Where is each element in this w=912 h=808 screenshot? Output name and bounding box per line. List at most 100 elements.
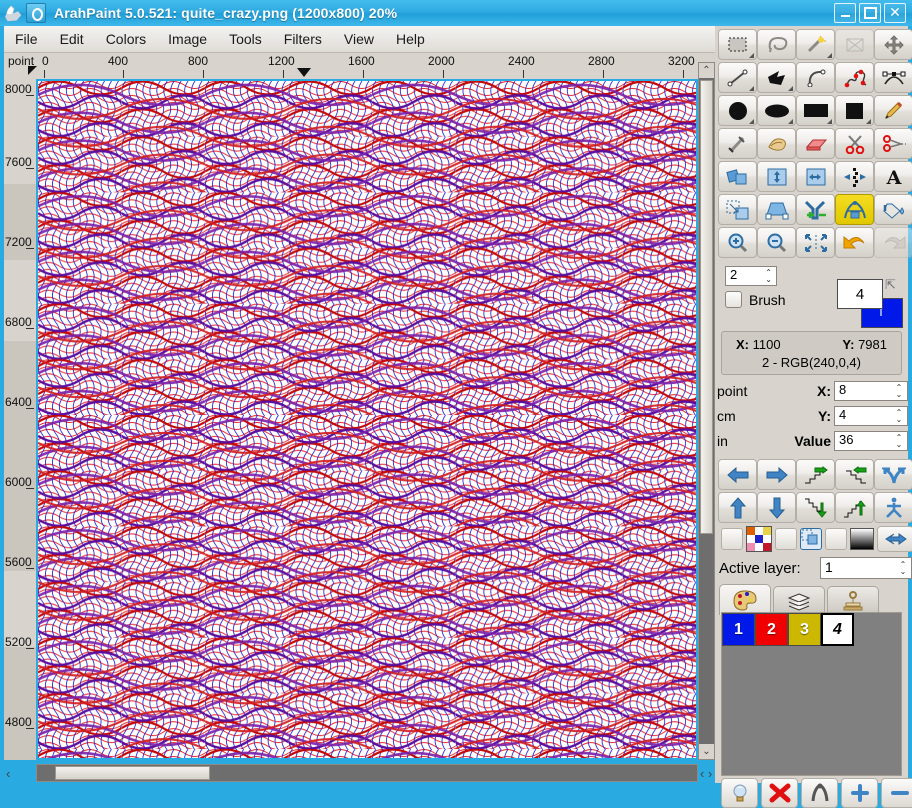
empty-square-1-button[interactable] bbox=[721, 528, 743, 550]
copy-layer-tool[interactable] bbox=[718, 161, 757, 192]
horizontal-scrollbar[interactable] bbox=[36, 764, 698, 782]
smudge-tool[interactable] bbox=[757, 128, 796, 159]
palette-color-4[interactable]: 4 bbox=[821, 613, 854, 646]
tab-stamp[interactable] bbox=[827, 586, 879, 615]
x-value[interactable]: 8 bbox=[835, 382, 873, 400]
merge-colors-button[interactable] bbox=[801, 778, 838, 808]
active-layer-value[interactable]: 1 bbox=[821, 559, 859, 577]
flip-vertical-tool[interactable] bbox=[757, 161, 796, 192]
menu-filters[interactable]: Filters bbox=[273, 28, 333, 50]
horizontal-scrollbar-thumb[interactable] bbox=[55, 766, 210, 780]
lasso-select-tool[interactable] bbox=[757, 29, 796, 60]
mirror-repeat-tool[interactable] bbox=[835, 161, 874, 192]
menu-file[interactable]: File bbox=[4, 28, 49, 50]
move-down-button[interactable] bbox=[757, 492, 796, 523]
brush-size-arrows[interactable]: ⌃ ⌄ bbox=[761, 267, 776, 285]
curve-tool[interactable] bbox=[796, 62, 835, 93]
scissors-tool[interactable] bbox=[835, 128, 874, 159]
value-stepper[interactable]: 36 ⌃ ⌄ bbox=[834, 430, 908, 451]
active-layer-stepper[interactable]: 1 ⌃ ⌄ bbox=[820, 557, 912, 579]
text-tool[interactable]: A bbox=[874, 161, 912, 192]
delete-color-button[interactable] bbox=[761, 778, 798, 808]
remove-color-button[interactable] bbox=[881, 778, 912, 808]
move-tool[interactable] bbox=[874, 29, 912, 60]
mirror-vertical-button[interactable] bbox=[874, 492, 912, 523]
pencil-tool[interactable] bbox=[874, 95, 912, 126]
airbrush-tool[interactable] bbox=[718, 128, 757, 159]
scroll-up-button[interactable]: ⌃ bbox=[699, 63, 714, 78]
zoom-out-tool[interactable] bbox=[757, 227, 796, 258]
vertical-ruler[interactable]: 8000 7600 7200 6800 6400 6000 5600 5200 … bbox=[4, 79, 36, 760]
flip-horizontal-tool[interactable] bbox=[796, 161, 835, 192]
filled-rectangle-tool[interactable] bbox=[835, 95, 874, 126]
brush-size-value[interactable]: 2 bbox=[726, 267, 761, 285]
shift-steps-right-button[interactable] bbox=[796, 459, 835, 490]
mirror-horizontal-button[interactable] bbox=[874, 459, 912, 490]
scale-tool[interactable] bbox=[718, 194, 757, 225]
move-up-button[interactable] bbox=[718, 492, 757, 523]
y-value[interactable]: 4 bbox=[835, 407, 873, 425]
empty-square-2-button[interactable] bbox=[775, 528, 797, 550]
perspective-tool[interactable] bbox=[757, 194, 796, 225]
y-stepper[interactable]: 4 ⌃ ⌄ bbox=[834, 405, 908, 426]
shift-steps-down-button[interactable] bbox=[796, 492, 835, 523]
menu-tools[interactable]: Tools bbox=[218, 28, 273, 50]
shift-steps-up-button[interactable] bbox=[835, 492, 874, 523]
menu-help[interactable]: Help bbox=[385, 28, 436, 50]
x-stepper[interactable]: 8 ⌃ ⌄ bbox=[834, 380, 908, 401]
rectangle-outline-tool[interactable] bbox=[796, 95, 835, 126]
menu-view[interactable]: View bbox=[333, 28, 385, 50]
zoom-in-tool[interactable] bbox=[718, 227, 757, 258]
shift-steps-left-button[interactable] bbox=[835, 459, 874, 490]
horizontal-ruler[interactable]: point 0 400 800 1200 1600 2000 2400 2800… bbox=[4, 53, 715, 79]
line-tool[interactable] bbox=[718, 62, 757, 93]
add-color-button[interactable] bbox=[841, 778, 878, 808]
value-value[interactable]: 36 bbox=[835, 432, 873, 450]
move-right-button[interactable] bbox=[757, 459, 796, 490]
transform-select-tool[interactable] bbox=[835, 29, 874, 60]
freehand-node-tool[interactable] bbox=[835, 62, 874, 93]
rectangle-select-tool[interactable] bbox=[718, 29, 757, 60]
selection-copy-button[interactable] bbox=[800, 528, 822, 550]
flip-arrow-left-button[interactable] bbox=[877, 526, 912, 552]
cut-dashed-tool[interactable] bbox=[874, 128, 912, 159]
scroll-left-button[interactable]: ‹ bbox=[6, 766, 10, 781]
palette-color-2[interactable]: 2 bbox=[755, 613, 788, 646]
swap-colors-icon[interactable]: ⇱ bbox=[885, 277, 901, 292]
empty-square-3-button[interactable] bbox=[825, 528, 847, 550]
brush-size-stepper[interactable]: 2 ⌃ ⌄ bbox=[725, 266, 777, 286]
image-canvas[interactable] bbox=[36, 79, 698, 760]
canvas-area[interactable] bbox=[36, 79, 715, 760]
fill-bucket-tool[interactable] bbox=[874, 194, 912, 225]
foreground-color-swatch[interactable]: 4 bbox=[837, 279, 883, 309]
palette-color-1[interactable]: 1 bbox=[722, 613, 755, 646]
weave-tool[interactable] bbox=[835, 194, 874, 225]
vertical-scrollbar[interactable]: ⌃ ⌄ bbox=[698, 62, 715, 760]
fit-to-window-tool[interactable] bbox=[796, 227, 835, 258]
palette-grid-button[interactable] bbox=[746, 526, 772, 552]
menu-image[interactable]: Image bbox=[157, 28, 218, 50]
vertical-scrollbar-thumb[interactable] bbox=[700, 80, 713, 534]
tab-layers[interactable] bbox=[773, 586, 825, 615]
menu-edit[interactable]: Edit bbox=[49, 28, 95, 50]
undo-tool[interactable] bbox=[835, 227, 874, 258]
minimize-button[interactable] bbox=[834, 3, 856, 23]
close-button[interactable]: ✕ bbox=[884, 3, 906, 23]
scroll-down-button[interactable]: ⌄ bbox=[699, 744, 714, 759]
bezier-tool[interactable] bbox=[874, 62, 912, 93]
color-info-button[interactable] bbox=[721, 778, 758, 808]
filled-circle-tool[interactable] bbox=[718, 95, 757, 126]
filled-ellipse-tool[interactable] bbox=[757, 95, 796, 126]
polygon-tool[interactable] bbox=[757, 62, 796, 93]
menu-colors[interactable]: Colors bbox=[95, 28, 157, 50]
redo-tool[interactable] bbox=[874, 227, 912, 258]
color-palette[interactable]: 1 2 3 4 bbox=[721, 612, 902, 776]
scroll-right-buttons[interactable]: ‹ › bbox=[700, 766, 712, 781]
move-left-button[interactable] bbox=[718, 459, 757, 490]
magic-wand-tool[interactable] bbox=[796, 29, 835, 60]
merge-split-tool[interactable] bbox=[796, 194, 835, 225]
maximize-button[interactable] bbox=[859, 3, 881, 23]
gradient-button[interactable] bbox=[850, 528, 874, 550]
eraser-tool[interactable] bbox=[796, 128, 835, 159]
palette-color-3[interactable]: 3 bbox=[788, 613, 821, 646]
